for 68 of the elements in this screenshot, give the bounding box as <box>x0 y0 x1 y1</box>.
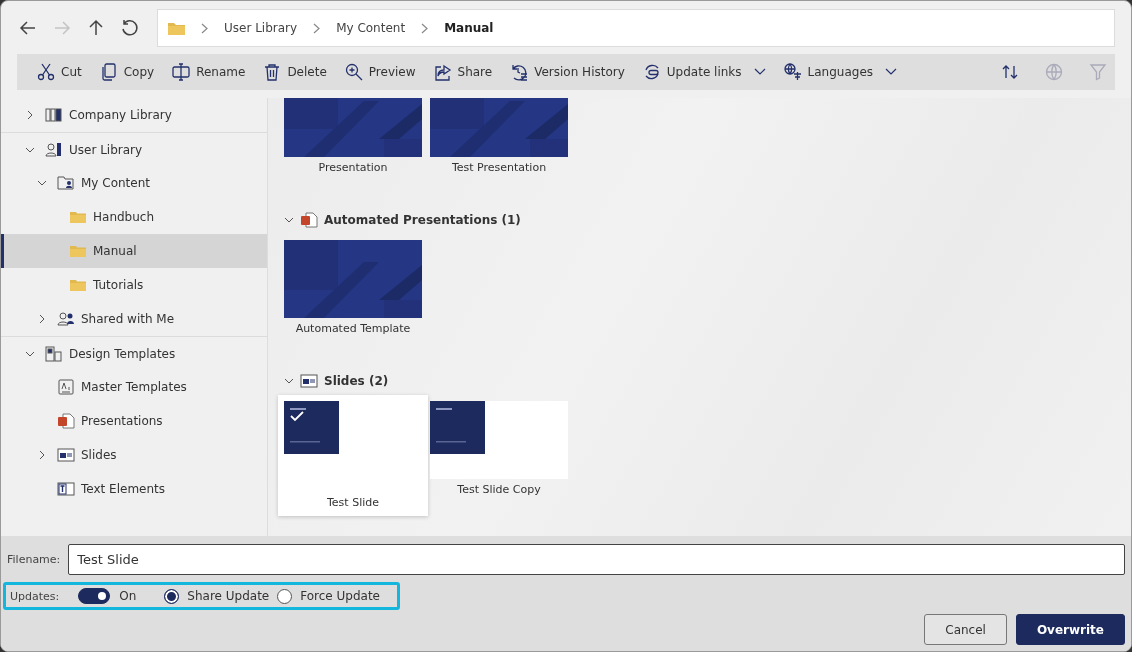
checkmark-icon <box>290 411 304 422</box>
tree-item[interactable]: Manual <box>1 234 267 268</box>
library-icon <box>45 107 63 123</box>
tree-item[interactable]: Shared with Me <box>1 302 267 336</box>
folder-icon <box>168 21 185 35</box>
copy-icon <box>99 63 118 81</box>
slide-icon <box>300 373 318 389</box>
languages-button[interactable]: Languages <box>783 61 898 83</box>
language-icon <box>783 63 802 81</box>
sort-icon <box>1001 63 1019 81</box>
tree-item[interactable]: Master Templates <box>1 370 267 404</box>
share-icon <box>433 63 452 81</box>
scissors-icon <box>37 63 55 81</box>
field-label: Updates: <box>10 589 60 603</box>
tree-item[interactable]: Text Elements <box>1 472 267 506</box>
share-button[interactable]: Share <box>433 61 493 83</box>
links-button[interactable]: Update links <box>642 61 766 83</box>
tree-item[interactable]: User Library <box>1 132 267 166</box>
tree-item[interactable]: My Content <box>1 166 267 200</box>
preview-button[interactable]: Preview <box>344 61 416 83</box>
globe-icon <box>1045 63 1063 81</box>
filename-field[interactable]: Test Slide <box>68 544 1125 575</box>
toggle-switch[interactable] <box>78 588 111 604</box>
folder-icon <box>69 209 87 225</box>
tree-item[interactable]: Company Library <box>1 98 267 132</box>
field-label: Filename: <box>7 553 61 566</box>
font-icon <box>57 379 75 395</box>
chevron-icon <box>313 22 321 34</box>
group-header[interactable]: Automated Presentations (1) <box>284 194 1115 234</box>
radio-option[interactable]: Force Update <box>277 588 380 604</box>
rename-icon <box>172 63 191 81</box>
breadcrumb-link[interactable]: My Content <box>336 21 406 35</box>
file-tile[interactable]: Test Slide <box>278 395 428 516</box>
user-folder-icon <box>57 175 75 191</box>
copy-button[interactable]: Copy <box>99 61 155 83</box>
history-icon <box>510 63 529 81</box>
filter-icon <box>1089 63 1107 81</box>
folder-icon <box>69 277 87 293</box>
file-tile[interactable]: Automated Template <box>278 234 428 355</box>
slide-icon <box>57 447 75 463</box>
tree-item[interactable]: Slides <box>1 438 267 472</box>
cancel-button[interactable]: Cancel <box>924 614 1007 645</box>
breadcrumb-link[interactable]: User Library <box>224 21 298 35</box>
template-icon <box>45 345 63 362</box>
tree-item[interactable]: Presentations <box>1 404 267 438</box>
presentation-file-icon <box>300 212 318 228</box>
trash-icon <box>263 63 282 81</box>
chevron-icon <box>201 22 208 34</box>
tree-item[interactable]: Design Templates <box>1 336 267 370</box>
zoom-in-icon <box>344 63 363 81</box>
presentation-file-icon <box>57 413 75 429</box>
toggle-label: On <box>119 589 137 603</box>
group-header[interactable]: Slides (2) <box>284 355 1115 395</box>
text-box-icon <box>57 481 75 497</box>
breadcrumb-link[interactable]: Manual <box>444 21 494 35</box>
chevron-icon <box>421 22 429 34</box>
tree-item[interactable]: Handbuch <box>1 200 267 234</box>
radio-option[interactable]: Share Update <box>164 588 270 604</box>
delete-button[interactable]: Delete <box>263 61 327 83</box>
overwrite-button[interactable]: Overwrite <box>1015 614 1125 645</box>
user-library-icon <box>45 141 63 158</box>
rename-button[interactable]: Rename <box>172 61 246 83</box>
folder-icon <box>69 243 87 259</box>
tree-item[interactable]: Tutorials <box>1 268 267 302</box>
people-icon <box>57 311 75 327</box>
history-button[interactable]: Version History <box>510 61 625 83</box>
cut-button[interactable]: Cut <box>37 61 82 83</box>
refresh-icon <box>120 18 140 38</box>
